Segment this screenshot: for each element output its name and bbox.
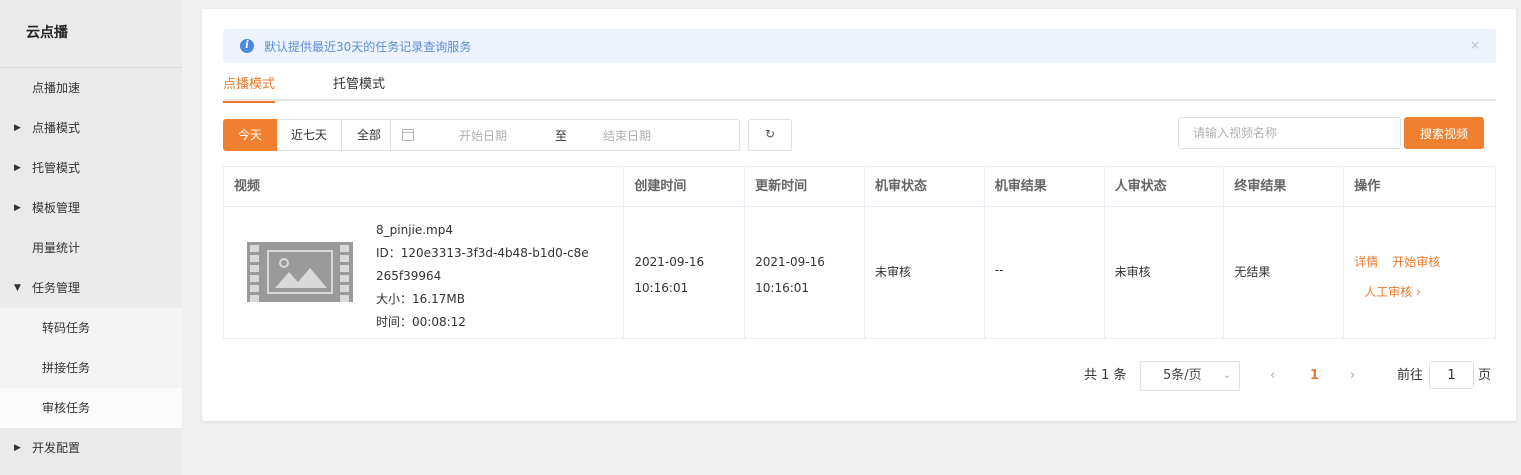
column-header: 人审状态 (1105, 167, 1225, 206)
goto-label: 前往 (1397, 368, 1424, 383)
info-notice: i 默认提供最近30天的任务记录查询服务 × (223, 29, 1496, 63)
sidebar-item-label: 点播加速 (32, 81, 81, 95)
task-table: 视频 创建时间 更新时间 机审状态 机审结果 人审状态 终审结果 操作 8_pi… (223, 166, 1496, 339)
next-page-button[interactable]: › (1350, 361, 1355, 391)
video-duration: 时间：00:08:12 (376, 315, 466, 329)
sidebar-item-vod-acceleration[interactable]: 点播加速 (0, 68, 182, 108)
refresh-button[interactable]: ↻ (748, 119, 792, 151)
filter-all-button[interactable]: 全部 (342, 119, 392, 151)
caret-right-icon: ▶ (14, 163, 21, 173)
machine-status: 未审核 (874, 265, 911, 279)
human-status-cell: 未审核 (1105, 207, 1225, 338)
chevron-down-icon: ⌄ (1222, 370, 1231, 381)
sidebar-item-splice-tasks[interactable]: 拼接任务 (0, 348, 182, 388)
film-strip (339, 242, 351, 302)
sidebar-item-vod-mode[interactable]: ▶ 点播模式 (0, 108, 182, 148)
sidebar-item-task-management[interactable]: ▼ 任务管理 (0, 268, 182, 308)
date-filter: 今天 近七天 全部 开始日期 至 结束日期 (223, 119, 741, 151)
created-time: 2021-09-16 10:16:01 (634, 255, 705, 295)
row-actions: 详情 开始审核 人工审核 › (1354, 247, 1454, 307)
sidebar-title: 云点播 (0, 0, 182, 68)
video-info: 8_pinjie.mp4 ID：120e3313-3f3d-4b48-b1d0-… (376, 219, 589, 334)
sidebar-item-label: 托管模式 (32, 161, 81, 175)
goto-unit: 页 (1478, 368, 1492, 383)
search-input[interactable] (1178, 117, 1401, 149)
page-size-value: 5条/页 (1163, 368, 1202, 383)
sidebar-item-transcode-tasks[interactable]: 转码任务 (0, 308, 182, 348)
machine-result: -- (994, 263, 1004, 277)
start-review-link[interactable]: 开始审核 (1392, 255, 1440, 269)
caret-right-icon: ▶ (14, 443, 21, 453)
sidebar-item-template-management[interactable]: ▶ 模板管理 (0, 188, 182, 228)
goto-page-input[interactable] (1429, 361, 1474, 389)
updated-time-cell: 2021-09-16 10:16:01 (745, 207, 865, 338)
end-date-placeholder[interactable]: 结束日期 (603, 127, 651, 144)
date-range-picker[interactable]: 开始日期 至 结束日期 (391, 119, 741, 151)
table-header: 视频 创建时间 更新时间 机审状态 机审结果 人审状态 终审结果 操作 (224, 167, 1495, 207)
column-header: 终审结果 (1224, 167, 1345, 206)
sidebar-item-label: 开发配置 (32, 441, 81, 455)
column-header: 操作 (1354, 179, 1381, 194)
human-status: 未审核 (1114, 265, 1151, 279)
start-date-placeholder[interactable]: 开始日期 (459, 127, 507, 144)
machine-result-cell: -- (985, 207, 1105, 338)
refresh-icon: ↻ (764, 127, 776, 141)
video-thumbnail-icon (247, 242, 353, 302)
sidebar-item-label: 拼接任务 (42, 361, 91, 375)
machine-status-cell: 未审核 (865, 207, 985, 338)
sidebar-item-review-tasks[interactable]: 审核任务 (0, 388, 182, 428)
image-placeholder-icon (267, 250, 333, 294)
filter-today-button[interactable]: 今天 (223, 119, 278, 151)
sidebar-item-usage-stats[interactable]: 用量统计 (0, 228, 182, 268)
final-result-cell: 无结果 (1224, 207, 1345, 338)
column-header: 机审结果 (985, 167, 1105, 206)
sidebar: 云点播 点播加速 ▶ 点播模式 ▶ 托管模式 ▶ 模板管理 用量统计 ▼ 任务管… (0, 0, 182, 475)
sidebar-item-label: 模板管理 (32, 201, 81, 215)
page-size-select[interactable]: 5条/页 ⌄ (1140, 361, 1240, 391)
video-name: 8_pinjie.mp4 (376, 223, 453, 237)
sidebar-item-hosted-mode[interactable]: ▶ 托管模式 (0, 148, 182, 188)
table-row: 8_pinjie.mp4 ID：120e3313-3f3d-4b48-b1d0-… (224, 207, 1495, 338)
film-strip (249, 242, 261, 302)
sidebar-item-dev-config[interactable]: ▶ 开发配置 (0, 428, 182, 468)
sidebar-item-label: 转码任务 (42, 321, 91, 335)
sidebar-item-label: 审核任务 (42, 401, 91, 415)
final-result: 无结果 (1234, 265, 1271, 279)
sidebar-item-label: 用量统计 (32, 241, 81, 255)
page-number-current[interactable]: 1 (1310, 361, 1319, 391)
column-header: 创建时间 (624, 167, 746, 206)
column-header: 更新时间 (745, 167, 865, 206)
column-header: 视频 (224, 167, 625, 206)
notice-text: 默认提供最近30天的任务记录查询服务 (264, 39, 472, 54)
column-header: 机审状态 (865, 167, 985, 206)
sidebar-item-label: 任务管理 (32, 281, 81, 295)
filter-week-button[interactable]: 近七天 (277, 119, 343, 151)
video-id: ID：120e3313-3f3d-4b48-b1d0-c8e (376, 246, 589, 260)
updated-time: 2021-09-16 10:16:01 (755, 255, 825, 295)
prev-page-button[interactable]: ‹ (1270, 361, 1275, 391)
search-video-button[interactable]: 搜索视频 (1404, 117, 1484, 149)
caret-right-icon: ▶ (14, 123, 21, 133)
info-icon: i (240, 39, 254, 53)
actions-cell: 详情 开始审核 人工审核 › (1344, 207, 1495, 338)
video-size: 大小：16.17MB (376, 292, 465, 306)
created-time-cell: 2021-09-16 10:16:01 (624, 207, 746, 338)
video-cell: 8_pinjie.mp4 ID：120e3313-3f3d-4b48-b1d0-… (224, 207, 625, 338)
tab-hosted-mode[interactable]: 托管模式 (333, 73, 385, 101)
caret-right-icon: ▶ (14, 203, 21, 213)
caret-down-icon: ▼ (14, 283, 21, 293)
sidebar-item-label: 点播模式 (32, 121, 81, 135)
video-id-continued: 265f39964 (376, 269, 442, 283)
date-separator: 至 (555, 129, 568, 143)
detail-link[interactable]: 详情 (1354, 255, 1378, 269)
calendar-icon (402, 129, 415, 141)
manual-review-link[interactable]: 人工审核 › (1364, 285, 1421, 299)
close-icon[interactable]: × (1470, 38, 1480, 52)
total-count: 共 1 条 (1084, 368, 1127, 383)
tab-vod-mode[interactable]: 点播模式 (223, 73, 276, 103)
main-card: i 默认提供最近30天的任务记录查询服务 × 点播模式 托管模式 今天 近七天 … (202, 9, 1516, 421)
mode-tabs: 点播模式 托管模式 (223, 71, 1496, 103)
